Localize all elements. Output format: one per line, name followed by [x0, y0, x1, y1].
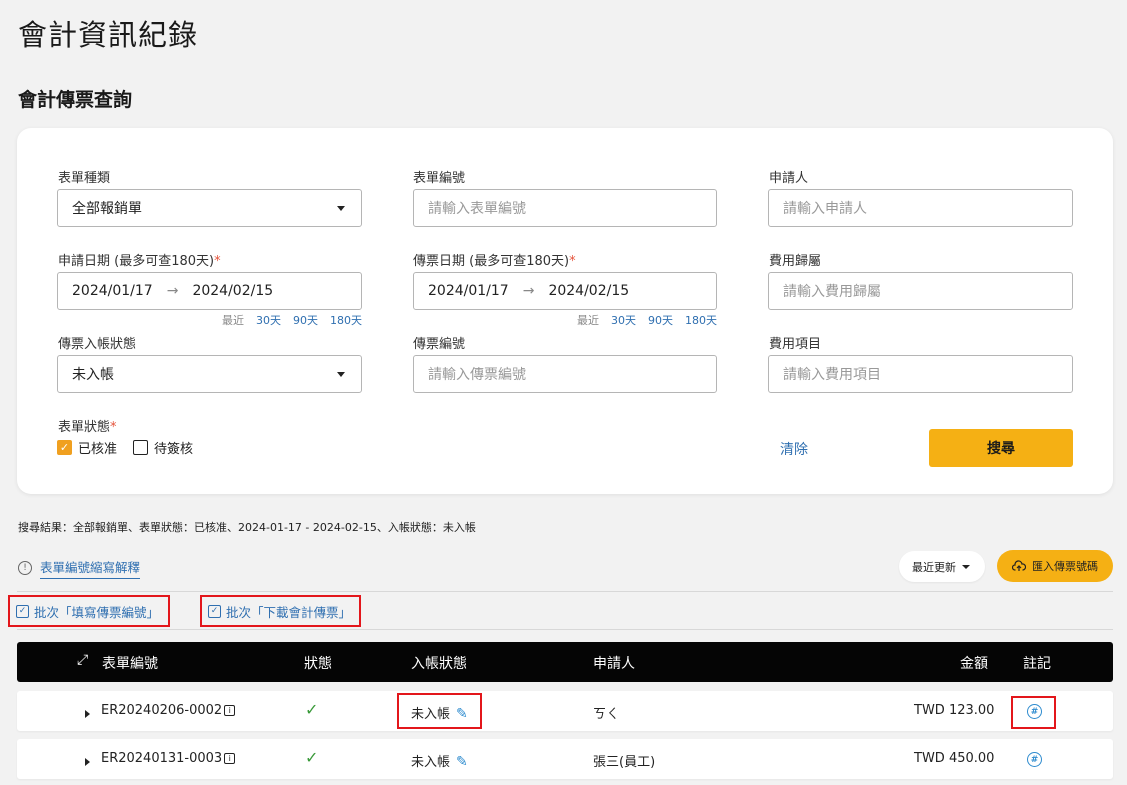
note-icon[interactable]: #: [1027, 752, 1042, 767]
voucher-date-quick-ranges: 最近 30天 90天 180天: [413, 312, 717, 328]
caret-down-icon: [337, 371, 345, 377]
posting-status-select[interactable]: 未入帳: [57, 355, 362, 393]
info-icon: i: [224, 753, 236, 764]
cloud-upload-icon: [1012, 560, 1026, 571]
highlight-box: [397, 693, 482, 729]
arrow-right-icon: →: [166, 283, 179, 299]
form-no-label: 表單編號: [413, 171, 466, 186]
applicant-input[interactable]: 請輸入申請人: [768, 189, 1073, 227]
search-button[interactable]: 搜尋: [929, 429, 1073, 467]
edit-icon[interactable]: ✎: [456, 754, 468, 770]
amount-cell: TWD 123.00: [914, 703, 995, 718]
apply-date-range-input[interactable]: 2024/01/17 → 2024/02/15: [57, 272, 362, 310]
sort-dropdown[interactable]: 最近更新: [899, 551, 985, 582]
explain-link-text: 表單編號縮寫解釋: [40, 557, 141, 579]
row-expand-toggle[interactable]: [85, 707, 90, 722]
header-status: 狀態: [304, 656, 332, 672]
arrow-right-icon: →: [522, 283, 535, 299]
quick-range-label: 最近: [577, 314, 599, 327]
checkbox-icon: ✓: [16, 604, 29, 618]
apply-date-from: 2024/01/17: [72, 283, 153, 299]
checkbox-icon: ✓: [208, 604, 221, 618]
header-posting: 入帳狀態: [411, 656, 467, 672]
approved-label: 已核准: [78, 442, 118, 457]
apply-date-quick-ranges: 最近 30天 90天 180天: [57, 312, 362, 328]
header-amount: 金額: [960, 656, 988, 672]
check-icon: ✓: [305, 700, 319, 719]
divider: [17, 629, 1113, 630]
expense-owner-label: 費用歸屬: [769, 254, 822, 269]
form-status-options: ✓ 已核准 待簽核: [57, 438, 193, 457]
voucher-date-label: 傳票日期 (最多可查180天)*: [413, 254, 576, 269]
table-row[interactable]: ER20240131-0003 i ✓ 未入帳 ✎ 張三(員工) TWD 450.0…: [17, 739, 1113, 779]
table-header: ⤢ 表單編號 狀態 入帳狀態 申請人 金額 註記: [17, 642, 1113, 682]
voucher-date-range-input[interactable]: 2024/01/17 → 2024/02/15: [413, 272, 717, 310]
applicant-cell: 張三(員工): [593, 755, 656, 770]
info-circle-icon: !: [18, 561, 32, 575]
highlight-box: [1011, 696, 1056, 729]
posting-status-value: 未入帳: [72, 367, 114, 383]
quick-range-180[interactable]: 180天: [330, 312, 362, 328]
expand-arrows-icon[interactable]: ⤢: [77, 652, 88, 668]
batch-fill-voucher-button[interactable]: ✓ 批次「填寫傳票編號」: [8, 595, 170, 627]
clear-button[interactable]: 清除: [780, 439, 808, 459]
applicant-cell: ㄎㄑ: [593, 707, 620, 722]
amount-cell: TWD 450.00: [914, 751, 995, 766]
voucher-date-to: 2024/02/15: [548, 283, 630, 299]
apply-date-to: 2024/02/15: [192, 283, 274, 299]
quick-range-30[interactable]: 30天: [256, 312, 281, 328]
form-no-abbrev-link[interactable]: ! 表單編號縮寫解釋: [18, 557, 141, 579]
expense-owner-input[interactable]: 請輸入費用歸屬: [768, 272, 1073, 310]
quick-range-90[interactable]: 90天: [648, 312, 673, 328]
header-note: 註記: [1023, 656, 1051, 672]
approved-checkbox[interactable]: ✓: [57, 440, 72, 455]
section-title: 會計傳票查詢: [18, 89, 133, 111]
quick-range-90[interactable]: 90天: [293, 312, 318, 328]
check-icon: ✓: [305, 748, 319, 767]
voucher-no-input[interactable]: 請輸入傳票編號: [413, 355, 717, 393]
import-label: 匯入傳票號碼: [1032, 560, 1098, 573]
info-icon: i: [224, 705, 236, 716]
search-summary: 搜尋結果：全部報銷單、表單狀態：已核准、2024-01-17 - 2024-02…: [18, 521, 476, 534]
row-expand-toggle[interactable]: [85, 755, 90, 770]
table-row[interactable]: ER20240206-0002 i ✓ 未入帳 ✎ ㄎㄑ TWD 123.00 #: [17, 691, 1113, 731]
batch-download-label: 批次「下載會計傳票」: [226, 604, 352, 620]
page-title: 會計資訊紀錄: [18, 18, 199, 52]
applicant-label: 申請人: [769, 171, 809, 186]
quick-range-180[interactable]: 180天: [685, 312, 717, 328]
form-no-cell: ER20240131-0003 i: [101, 751, 236, 766]
sort-label: 最近更新: [912, 560, 956, 574]
voucher-date-from: 2024/01/17: [428, 283, 509, 299]
caret-down-icon: [962, 564, 970, 569]
posting-cell: 未入帳 ✎: [411, 754, 468, 770]
quick-range-30[interactable]: 30天: [611, 312, 636, 328]
divider: [17, 591, 1113, 592]
form-type-label: 表單種類: [58, 171, 111, 186]
form-type-value: 全部報銷單: [72, 201, 142, 217]
form-no-input[interactable]: 請輸入表單編號: [413, 189, 717, 227]
import-voucher-button[interactable]: 匯入傳票號碼: [997, 550, 1113, 582]
batch-download-voucher-button[interactable]: ✓ 批次「下載會計傳票」: [200, 595, 361, 627]
header-applicant: 申請人: [593, 656, 635, 672]
batch-fill-label: 批次「填寫傳票編號」: [34, 604, 160, 620]
posting-status-label: 傳票入帳狀態: [58, 337, 137, 352]
voucher-no-label: 傳票編號: [413, 337, 466, 352]
quick-range-label: 最近: [222, 314, 244, 327]
pending-checkbox[interactable]: [133, 440, 149, 455]
apply-date-label: 申請日期 (最多可查180天)*: [58, 254, 221, 269]
header-form-no: 表單編號: [102, 656, 158, 672]
expense-item-input[interactable]: 請輸入費用項目: [768, 355, 1073, 393]
expense-item-label: 費用項目: [769, 337, 822, 352]
form-type-select[interactable]: 全部報銷單: [57, 189, 362, 227]
form-status-label: 表單狀態*: [58, 420, 117, 435]
caret-down-icon: [337, 205, 345, 211]
pending-label: 待簽核: [154, 442, 194, 457]
form-no-cell: ER20240206-0002 i: [101, 703, 236, 718]
